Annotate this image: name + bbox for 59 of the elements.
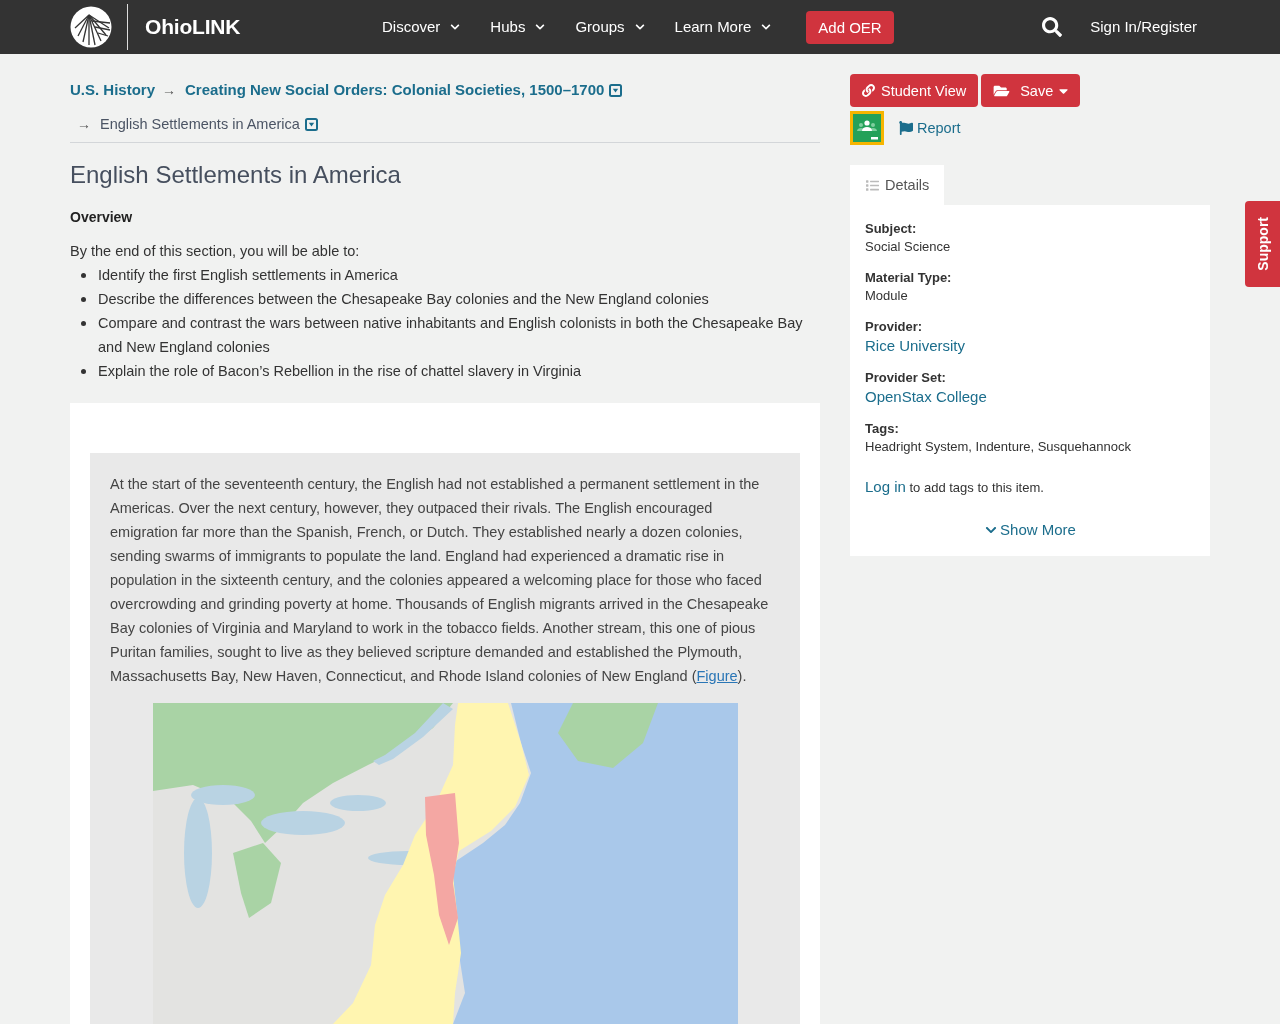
link-icon: [862, 84, 875, 97]
page-title: English Settlements in America: [70, 160, 402, 190]
folder-icon: [993, 83, 1011, 98]
objective-text: Identify the first English settlements in America: [98, 266, 398, 285]
field-value: Headright System, Indenture, Susquehannock: [865, 438, 1132, 456]
field-link[interactable]: OpenStax College: [865, 387, 987, 407]
breadcrumb-separator: →: [77, 115, 91, 134]
search-button[interactable]: [1042, 17, 1063, 37]
log-in-link[interactable]: Log in: [865, 478, 906, 495]
student-view-button[interactable]: Student View: [850, 74, 979, 107]
sign-in-link[interactable]: Sign In/Register: [1090, 17, 1197, 37]
bullet-icon: [81, 273, 86, 278]
logo-icon[interactable]: [70, 6, 112, 48]
objective-text: Explain the role of Bacon’s Rebellion in the rise of chattel slavery in Virginia: [98, 362, 582, 381]
field-link[interactable]: Rice University: [865, 336, 966, 356]
overview-heading: Overview: [70, 208, 134, 227]
logo-text[interactable]: OhioLINK: [145, 15, 241, 39]
bullet-icon: [81, 321, 86, 326]
nav-menu-item[interactable]: Hubs: [475, 17, 561, 37]
field-label: Subject:: [865, 220, 918, 238]
caret-square-icon[interactable]: [304, 117, 318, 131]
field-label: Tags:: [865, 420, 900, 438]
add-oer-button[interactable]: Add OER: [806, 10, 894, 44]
figure-link[interactable]: Figure: [696, 668, 738, 684]
save-button[interactable]: Save: [981, 74, 1081, 107]
intro-text: By the end of this section, you will be able to:: [70, 242, 361, 261]
classroom-icon[interactable]: [850, 111, 884, 145]
breadcrumb-link[interactable]: U.S. History: [70, 80, 156, 100]
nav-menu-item[interactable]: Groups: [560, 17, 660, 37]
search-icon: [1042, 17, 1063, 37]
logo-divider: [127, 4, 128, 50]
objective-text: Compare and contrast the wars between native inhabitants and English colonists in both the Chesapeake Bay and New England colonies: [98, 314, 804, 357]
bullet-icon: [81, 369, 86, 374]
field-label: Provider:: [865, 318, 924, 336]
report-link[interactable]: Report: [899, 118, 961, 138]
chevron-down-icon: [535, 22, 546, 32]
list-icon: [865, 178, 880, 192]
nav-menu-item[interactable]: Discover: [367, 17, 476, 37]
field-value: Module: [865, 287, 909, 305]
chevron-down-icon: [634, 22, 645, 32]
details-tab[interactable]: Details: [850, 165, 945, 205]
caret-square-icon[interactable]: [609, 83, 623, 97]
chevron-down-icon: [450, 22, 461, 32]
breadcrumb-link[interactable]: Creating New Social Orders: Colonial Societies, 1500–1700: [185, 80, 605, 100]
nav-menu-item[interactable]: Learn More: [659, 17, 787, 37]
show-more-link[interactable]: Show More: [984, 520, 1076, 540]
chevron-down-icon: [761, 22, 772, 32]
body-paragraph: At the start of the seventeenth century, the English had not established a permanent settlement in the Americas. Over the next century, however, they outpaced their rivals. The English encouraged emigration far more than the Spanish, French, or Dutch. They established nearly a dozen colonies, sending swarms of immigrants to populate the land. England had experienced a dramatic rise in population in the sixteenth century, and the colonies appeared a welcoming place for those who faced overcrowding and grinding poverty at home. Thousands of English migrants arrived in the Chesapeake Bay colonies of Virginia and Maryland to work in the tobacco fields. Another stream, this one of pious Puritan families, sought to live as they believed scripture demanded and established the Plymouth, Massachusetts Bay, New Haven, Connecticut, and Rhode Island colonies of New England (Figure).: [110, 475, 770, 686]
breadcrumb-separator: →: [162, 81, 177, 100]
field-value: Social Science: [865, 238, 952, 256]
flag-icon: [899, 121, 913, 135]
tags-note: Log in to add tags to this item.: [865, 477, 1045, 497]
support-tab[interactable]: Support: [1245, 201, 1280, 287]
bullet-icon: [81, 297, 86, 302]
chevron-down-icon: [984, 524, 999, 536]
field-label: Material Type:: [865, 269, 953, 287]
objective-text: Describe the differences between the Chesapeake Bay colonies and the New England colonies: [98, 290, 709, 309]
breadcrumb-current[interactable]: English Settlements in America: [100, 114, 300, 134]
field-label: Provider Set:: [865, 369, 947, 387]
